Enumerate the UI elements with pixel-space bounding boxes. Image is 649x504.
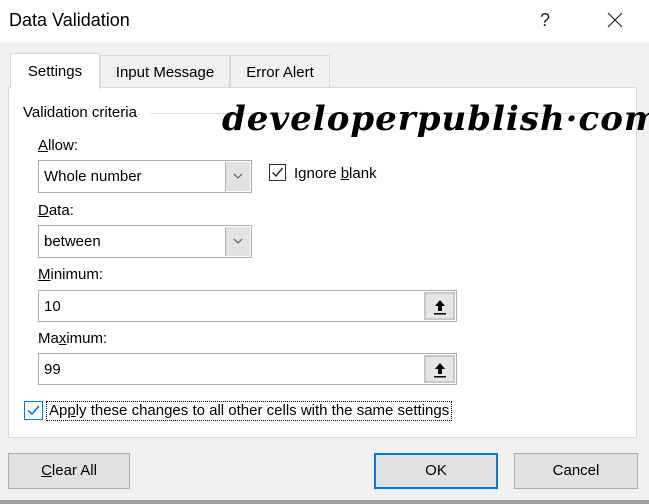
minimum-input[interactable] xyxy=(39,291,424,321)
chevron-down-icon xyxy=(233,173,243,179)
allow-label-accel: A xyxy=(38,137,49,154)
minimum-label-text: inimum: xyxy=(50,266,104,283)
apply-all-accel: p xyxy=(67,402,76,419)
clear-all-accel: C xyxy=(41,462,52,479)
clear-all-button[interactable]: Clear All xyxy=(8,453,130,489)
dialog-title: Data Validation xyxy=(9,10,130,30)
apply-all-text-post: ly these changes to all other cells with… xyxy=(75,402,450,419)
minimum-label-accel: M xyxy=(38,266,51,283)
data-dropdown-button[interactable] xyxy=(225,227,250,256)
bottom-edge xyxy=(0,500,649,504)
ignore-blank-label[interactable]: Ignore blank xyxy=(294,165,377,182)
minimum-field[interactable] xyxy=(38,290,457,322)
ignore-blank-accel: b xyxy=(340,165,350,182)
allow-select-value: Whole number xyxy=(44,168,142,185)
tab-error-alert[interactable]: Error Alert xyxy=(230,55,330,87)
collapse-dialog-icon xyxy=(434,300,446,315)
apply-all-text-pre: Ap xyxy=(49,402,68,419)
data-label: Data: xyxy=(38,202,74,219)
close-button[interactable] xyxy=(600,6,630,34)
settings-panel xyxy=(8,87,637,438)
ignore-blank-text-post: lank xyxy=(349,165,377,182)
data-label-accel: D xyxy=(38,202,49,219)
allow-select[interactable]: Whole number xyxy=(38,160,252,193)
maximum-label-pre: Ma xyxy=(38,330,59,347)
clear-all-text: lear All xyxy=(51,462,97,479)
allow-label-text: llow: xyxy=(48,137,79,154)
title-bar: Data Validation ? xyxy=(0,0,649,42)
ignore-blank-text-pre: Ignore xyxy=(294,165,341,182)
checkmark-icon xyxy=(27,405,40,416)
allow-label: Allow: xyxy=(38,137,78,154)
tab-input-message[interactable]: Input Message xyxy=(100,55,230,87)
close-icon xyxy=(607,12,623,28)
maximum-input[interactable] xyxy=(39,354,424,384)
apply-all-label[interactable]: Apply these changes to all other cells w… xyxy=(46,401,453,421)
cancel-button[interactable]: Cancel xyxy=(514,453,638,489)
data-label-text: ata: xyxy=(48,202,74,219)
data-select-value: between xyxy=(44,233,101,250)
help-button[interactable]: ? xyxy=(533,6,557,34)
watermark-text: developerpublish·com xyxy=(222,99,649,139)
validation-criteria-label: Validation criteria xyxy=(23,104,143,121)
minimum-label: Minimum: xyxy=(38,266,103,283)
ok-button[interactable]: OK xyxy=(374,453,498,489)
minimum-range-select-button[interactable] xyxy=(424,292,455,320)
maximum-label-post: imum: xyxy=(66,330,108,347)
allow-dropdown-button[interactable] xyxy=(225,162,250,191)
ignore-blank-checkbox[interactable] xyxy=(269,164,286,181)
apply-all-checkbox[interactable] xyxy=(24,401,43,420)
maximum-range-select-button[interactable] xyxy=(424,355,455,383)
maximum-label: Maximum: xyxy=(38,330,107,347)
collapse-dialog-icon xyxy=(434,363,446,378)
checkmark-icon xyxy=(272,167,284,178)
tab-settings[interactable]: Settings xyxy=(10,53,100,89)
maximum-field[interactable] xyxy=(38,353,457,385)
chevron-down-icon xyxy=(233,238,243,244)
data-select[interactable]: between xyxy=(38,225,252,258)
